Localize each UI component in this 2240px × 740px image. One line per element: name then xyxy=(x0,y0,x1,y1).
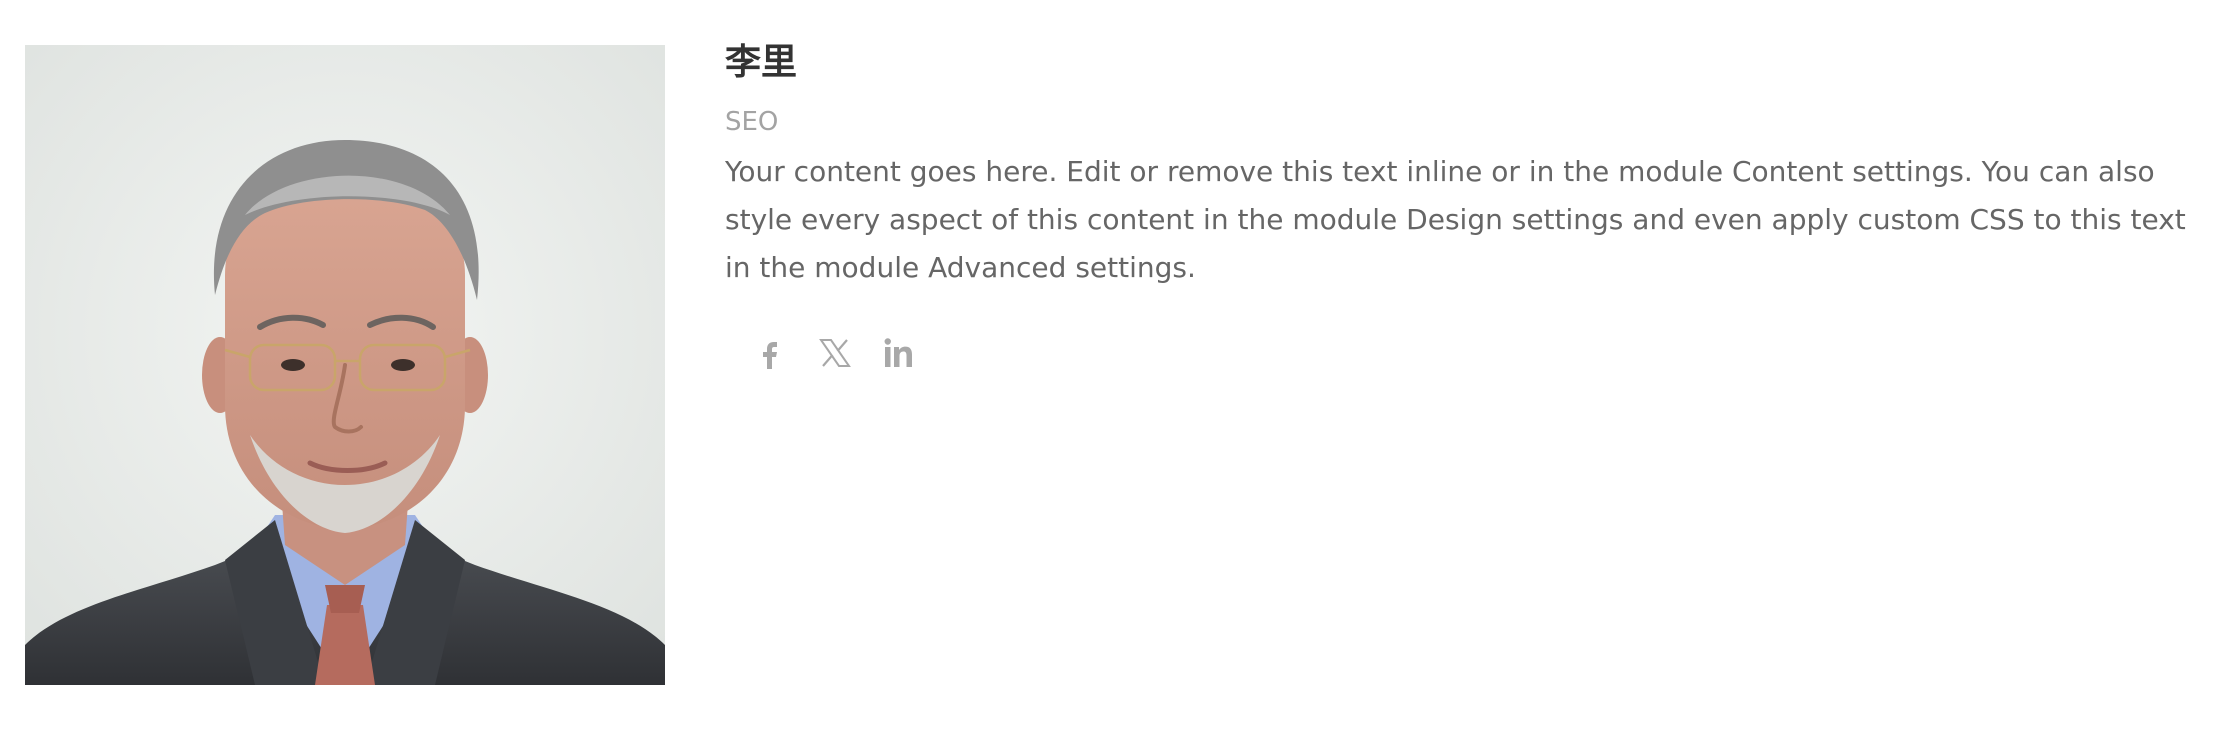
x-twitter-link[interactable] xyxy=(814,332,856,374)
member-bio: Your content goes here. Edit or remove t… xyxy=(725,155,2186,284)
member-name: 李里 xyxy=(725,42,798,83)
social-links xyxy=(750,332,920,374)
x-twitter-icon xyxy=(819,339,851,367)
member-photo-image xyxy=(25,45,665,685)
team-member-module: 李里 SEO Your content goes here. Edit or r… xyxy=(0,0,2240,740)
facebook-icon xyxy=(763,342,777,369)
linkedin-link[interactable] xyxy=(878,332,920,374)
member-photo xyxy=(25,45,665,685)
member-position: SEO xyxy=(725,107,779,137)
facebook-link[interactable] xyxy=(750,332,792,374)
linkedin-icon xyxy=(884,338,912,367)
member-info: 李里 SEO Your content goes here. Edit or r… xyxy=(725,40,2205,292)
